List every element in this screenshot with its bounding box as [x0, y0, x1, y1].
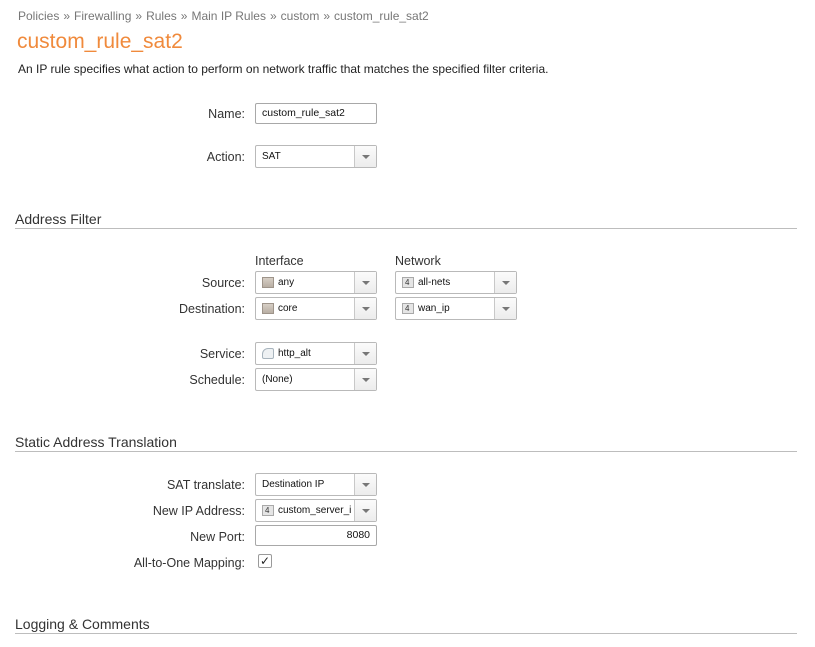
page-description: An IP rule specifies what action to perf…	[18, 62, 549, 76]
network-column-header: Network	[395, 254, 441, 268]
interface-icon	[262, 277, 274, 288]
service-select[interactable]: http_alt	[255, 342, 377, 365]
all-to-one-label: All-to-One Mapping:	[133, 556, 245, 570]
new-port-input[interactable]: 8080	[255, 525, 377, 546]
section-heading-logging: Logging & Comments	[15, 616, 797, 634]
dropdown-arrow-icon[interactable]	[354, 474, 376, 495]
destination-network-select[interactable]: 4 wan_ip	[395, 297, 517, 320]
sat-translate-label: SAT translate:	[166, 478, 245, 492]
all-to-one-checkbox[interactable]: ✓	[258, 554, 272, 568]
checkmark-icon: ✓	[259, 554, 271, 568]
schedule-value: (None)	[262, 374, 293, 385]
destination-interface-value: core	[278, 303, 298, 314]
service-label: Service:	[199, 347, 245, 361]
schedule-select[interactable]: (None)	[255, 368, 377, 391]
page-title: custom_rule_sat2	[17, 30, 183, 53]
dropdown-arrow-icon[interactable]	[354, 272, 376, 293]
breadcrumb-separator: »	[63, 9, 71, 23]
dropdown-arrow-icon[interactable]	[354, 298, 376, 319]
new-port-label: New Port:	[190, 530, 245, 544]
breadcrumb-firewalling[interactable]: Firewalling	[74, 9, 131, 23]
source-network-value: all-nets	[418, 277, 451, 288]
breadcrumb-separator: »	[323, 9, 331, 23]
sat-translate-select[interactable]: Destination IP	[255, 473, 377, 496]
source-network-select[interactable]: 4 all-nets	[395, 271, 517, 294]
new-ip-select[interactable]: 4 custom_server_ip	[255, 499, 377, 522]
breadcrumb: Policies» Firewalling» Rules» Main IP Rules…	[18, 9, 429, 23]
service-value: http_alt	[278, 348, 311, 359]
interface-icon	[262, 303, 274, 314]
destination-label: Destination:	[178, 302, 245, 316]
dropdown-arrow-icon[interactable]	[354, 343, 376, 364]
breadcrumb-separator: »	[180, 9, 188, 23]
section-heading-address-filter: Address Filter	[15, 211, 797, 229]
dropdown-arrow-icon[interactable]	[354, 369, 376, 390]
dropdown-arrow-icon[interactable]	[354, 146, 376, 167]
breadcrumb-current: custom_rule_sat2	[334, 9, 429, 23]
new-ip-value: custom_server_ip	[278, 505, 352, 516]
action-label: Action:	[206, 150, 245, 164]
dropdown-arrow-icon[interactable]	[354, 500, 376, 521]
name-label: Name:	[208, 107, 245, 121]
breadcrumb-main-ip-rules[interactable]: Main IP Rules	[191, 9, 265, 23]
destination-network-value: wan_ip	[418, 303, 450, 314]
dropdown-arrow-icon[interactable]	[494, 272, 516, 293]
sat-translate-value: Destination IP	[262, 479, 325, 490]
section-heading-sat: Static Address Translation	[15, 434, 797, 452]
service-icon	[262, 348, 274, 359]
breadcrumb-custom[interactable]: custom	[281, 9, 320, 23]
network-object-icon: 4	[402, 303, 414, 314]
breadcrumb-policies[interactable]: Policies	[18, 9, 59, 23]
source-label: Source:	[201, 276, 245, 290]
breadcrumb-separator: »	[269, 9, 277, 23]
network-object-icon: 4	[402, 277, 414, 288]
action-value: SAT	[262, 151, 281, 162]
dropdown-arrow-icon[interactable]	[494, 298, 516, 319]
network-object-icon: 4	[262, 505, 274, 516]
source-interface-select[interactable]: any	[255, 271, 377, 294]
name-input[interactable]: custom_rule_sat2	[255, 103, 377, 124]
source-interface-value: any	[278, 277, 295, 288]
breadcrumb-rules[interactable]: Rules	[146, 9, 177, 23]
new-ip-label: New IP Address:	[152, 504, 245, 518]
breadcrumb-separator: »	[135, 9, 143, 23]
interface-column-header: Interface	[255, 254, 304, 268]
schedule-label: Schedule:	[189, 373, 245, 387]
action-select[interactable]: SAT	[255, 145, 377, 168]
destination-interface-select[interactable]: core	[255, 297, 377, 320]
